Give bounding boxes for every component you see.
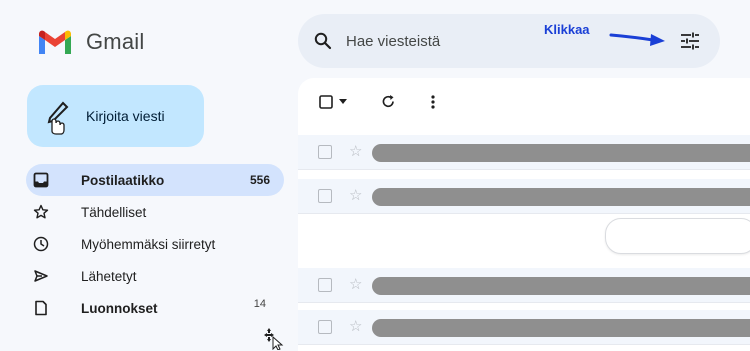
draft-icon xyxy=(32,299,50,317)
send-icon xyxy=(32,267,50,285)
sidebar-item-snoozed[interactable]: Myöhemmäksi siirretyt xyxy=(26,228,284,260)
sidebar-item-label: Myöhemmäksi siirretyt xyxy=(81,236,216,252)
app-name: Gmail xyxy=(86,29,145,54)
sidebar-item-inbox[interactable]: Postilaatikko 556 xyxy=(26,164,284,196)
clock-icon xyxy=(32,235,50,253)
more-vert-icon[interactable] xyxy=(430,94,436,110)
sidebar-item-label: Tähdelliset xyxy=(81,204,147,220)
redacted-content xyxy=(372,319,750,337)
star-icon[interactable]: ☆ xyxy=(349,317,362,335)
gmail-logo[interactable]: Gmail xyxy=(36,28,144,56)
refresh-icon[interactable] xyxy=(381,94,396,109)
sidebar-item-label: Postilaatikko xyxy=(81,172,165,188)
row-checkbox[interactable] xyxy=(318,320,332,334)
sidebar: Gmail Kirjoita viesti Postilaatikko 556 … xyxy=(0,0,296,351)
unread-count: 556 xyxy=(249,173,270,187)
table-row[interactable]: ☆ xyxy=(298,268,750,303)
sidebar-item-starred[interactable]: Tähdelliset xyxy=(26,196,284,228)
sidebar-item-sent[interactable]: Lähetetyt xyxy=(26,260,284,292)
annotation-arrow-icon xyxy=(609,33,665,46)
row-checkbox[interactable] xyxy=(318,278,332,292)
compose-label: Kirjoita viesti xyxy=(86,108,165,124)
star-icon[interactable]: ☆ xyxy=(349,186,362,204)
sidebar-item-label: Lähetetyt xyxy=(81,268,137,284)
select-checkbox-icon[interactable] xyxy=(319,95,333,109)
annotation-label: Klikkaa xyxy=(544,22,590,37)
star-icon[interactable]: ☆ xyxy=(349,142,362,160)
table-row[interactable]: ☆ xyxy=(298,179,750,214)
message-list-panel: ☆ ☆ ☆ ☆ xyxy=(298,78,750,351)
attachment-chip[interactable] xyxy=(605,218,750,254)
list-toolbar xyxy=(298,78,750,128)
gmail-logo-icon xyxy=(39,30,71,54)
row-checkbox[interactable] xyxy=(318,189,332,203)
nav-list: Postilaatikko 556 Tähdelliset Myöhemmäks… xyxy=(26,164,284,324)
pencil-icon xyxy=(47,101,69,135)
search-input[interactable] xyxy=(344,29,548,53)
table-row[interactable]: ☆ xyxy=(298,135,750,170)
redacted-content xyxy=(372,144,750,162)
row-checkbox[interactable] xyxy=(318,145,332,159)
chevron-down-icon[interactable] xyxy=(339,99,347,105)
search-bar[interactable]: Klikkaa xyxy=(298,14,720,68)
move-cursor-icon xyxy=(264,328,284,350)
star-icon[interactable]: ☆ xyxy=(349,275,362,293)
filter-options-icon[interactable] xyxy=(678,29,702,53)
redacted-content xyxy=(372,277,750,295)
search-icon[interactable] xyxy=(314,32,332,50)
inbox-icon xyxy=(32,171,50,189)
drafts-count: 14 xyxy=(253,298,266,310)
sidebar-item-label: Luonnokset xyxy=(81,300,158,316)
compose-button[interactable]: Kirjoita viesti xyxy=(27,85,204,147)
star-icon xyxy=(32,203,50,221)
sidebar-item-drafts[interactable]: Luonnokset 14 xyxy=(26,292,284,324)
table-row[interactable]: ☆ xyxy=(298,310,750,345)
redacted-content xyxy=(372,188,750,206)
